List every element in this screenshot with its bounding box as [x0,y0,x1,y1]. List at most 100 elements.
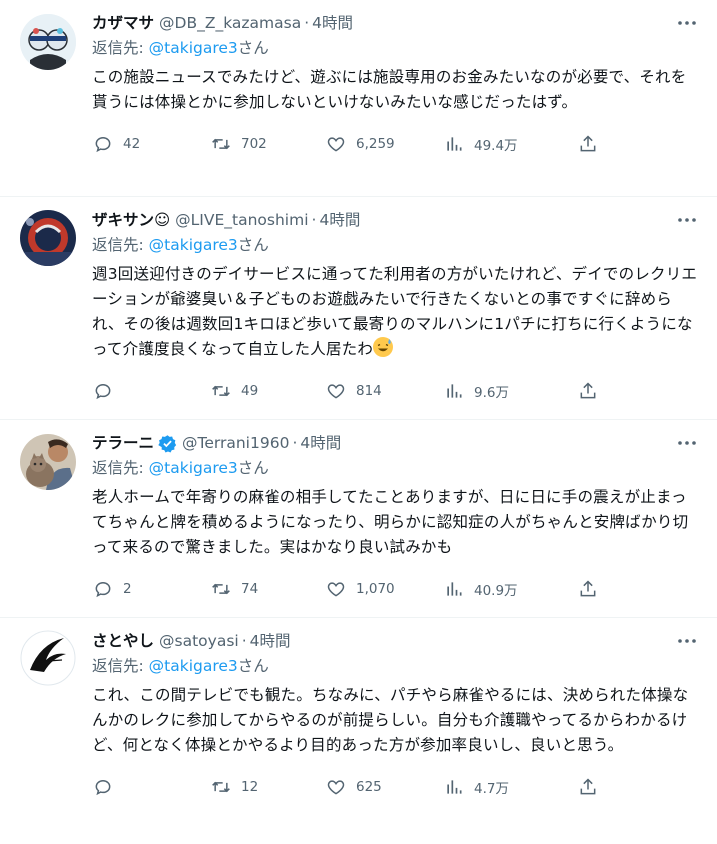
sweat-smile-emoji-icon [373,337,394,357]
reply-button[interactable] [92,776,210,798]
reply-icon [92,380,114,402]
reply-icon [92,133,114,155]
reply-button[interactable]: 42 [92,133,210,155]
share-button[interactable] [577,133,599,155]
like-count: 1,070 [356,581,395,597]
display-name[interactable]: ザキサン☺ [92,209,170,231]
share-icon [577,380,599,402]
tweet[interactable]: テラーニ @Terrani1960 · 4時間 返信先: @takigare3さ… [0,420,717,618]
like-button[interactable]: 814 [325,380,443,402]
mention-link[interactable]: @takigare3 [149,39,238,57]
reply-context: 返信先: @takigare3さん [92,459,269,477]
mention-link[interactable]: @takigare3 [149,236,238,254]
tweet[interactable]: カザマサ @DB_Z_kazamasa · 4時間 返信先: @takigare… [0,0,717,197]
share-icon [577,578,599,600]
reply-icon [92,578,114,600]
mention-link[interactable]: @takigare3 [149,657,238,675]
views-button[interactable]: 40.9万 [443,578,577,600]
avatar[interactable] [20,210,76,266]
separator-dot: · [292,434,298,452]
retweet-button[interactable]: 702 [210,133,325,155]
display-name[interactable]: テラーニ [92,432,154,454]
reply-context: 返信先: @takigare3さん [92,39,269,57]
more-options-icon[interactable] [673,432,701,454]
analytics-icon [443,380,465,402]
reply-context: 返信先: @takigare3さん [92,236,269,254]
share-icon [577,133,599,155]
retweet-count: 12 [241,779,259,795]
view-count: 49.4万 [474,138,518,154]
views-button[interactable]: 4.7万 [443,776,577,798]
share-button[interactable] [577,380,599,402]
share-button[interactable] [577,578,599,600]
more-options-icon[interactable] [673,630,701,652]
avatar[interactable] [20,434,76,490]
action-bar: 49 814 9.6万 [92,379,701,403]
user-handle[interactable]: @LIVE_tanoshimi [175,209,308,231]
action-bar: 12 625 4.7万 [92,775,701,799]
separator-dot: · [241,632,247,650]
mention-link[interactable]: @takigare3 [149,459,238,477]
separator-dot: · [311,211,317,229]
verified-badge-icon [158,434,177,453]
reply-count: 42 [123,136,141,152]
timestamp[interactable]: 4時間 [312,12,353,34]
tweet-text: これ、この間テレビでも観た。ちなみに、パチやら麻雀やるには、決められた体操なんか… [92,686,689,754]
analytics-icon [443,578,465,600]
heart-icon [325,133,347,155]
action-bar: 2 74 1,070 40.9万 [92,577,701,601]
display-name[interactable]: カザマサ [92,12,154,34]
retweet-button[interactable]: 74 [210,578,325,600]
tweet-text: 老人ホームで年寄りの麻雀の相手してたことありますが、日に日に手の震えが止まってち… [92,488,689,556]
heart-icon [325,776,347,798]
analytics-icon [443,133,465,155]
share-icon [577,776,599,798]
timestamp[interactable]: 4時間 [300,432,341,454]
tweet-text: 週3回送迎付きのデイサービスに通ってた利用者の方がいたけれど、デイでのレクリエー… [92,265,698,358]
like-count: 6,259 [356,136,395,152]
analytics-icon [443,776,465,798]
like-button[interactable]: 625 [325,776,443,798]
heart-icon [325,578,347,600]
retweet-count: 74 [241,581,259,597]
user-handle[interactable]: @satoyasi [159,630,239,652]
avatar[interactable] [20,630,76,686]
retweet-icon [210,380,232,402]
timestamp[interactable]: 4時間 [250,630,291,652]
like-button[interactable]: 6,259 [325,133,443,155]
user-handle[interactable]: @Terrani1960 [182,432,289,454]
timestamp[interactable]: 4時間 [319,209,360,231]
separator-dot: · [304,14,310,32]
view-count: 4.7万 [474,781,509,797]
tweet[interactable]: ザキサン☺ @LIVE_tanoshimi · 4時間 返信先: @takiga… [0,197,717,420]
reply-context: 返信先: @takigare3さん [92,657,269,675]
reply-icon [92,776,114,798]
heart-icon [325,380,347,402]
like-count: 814 [356,383,382,399]
view-count: 40.9万 [474,583,518,599]
like-count: 625 [356,779,382,795]
retweet-count: 49 [241,383,259,399]
retweet-button[interactable]: 12 [210,776,325,798]
tweet[interactable]: さとやし @satoyasi · 4時間 返信先: @takigare3さん こ… [0,618,717,844]
view-count: 9.6万 [474,385,509,401]
retweet-icon [210,776,232,798]
views-button[interactable]: 49.4万 [443,133,577,155]
share-button[interactable] [577,776,599,798]
retweet-icon [210,578,232,600]
reply-count: 2 [123,581,132,597]
retweet-count: 702 [241,136,267,152]
avatar[interactable] [20,14,76,70]
retweet-button[interactable]: 49 [210,380,325,402]
like-button[interactable]: 1,070 [325,578,443,600]
retweet-icon [210,133,232,155]
views-button[interactable]: 9.6万 [443,380,577,402]
more-options-icon[interactable] [673,209,701,231]
reply-button[interactable]: 2 [92,578,210,600]
display-name[interactable]: さとやし [92,630,154,652]
action-bar: 42 702 6,259 49.4万 [92,132,701,156]
reply-button[interactable] [92,380,210,402]
more-options-icon[interactable] [673,12,701,34]
tweet-text: この施設ニュースでみたけど、遊ぶには施設専用のお金みたいなのが必要で、それを貰う… [92,68,687,111]
user-handle[interactable]: @DB_Z_kazamasa [159,12,301,34]
